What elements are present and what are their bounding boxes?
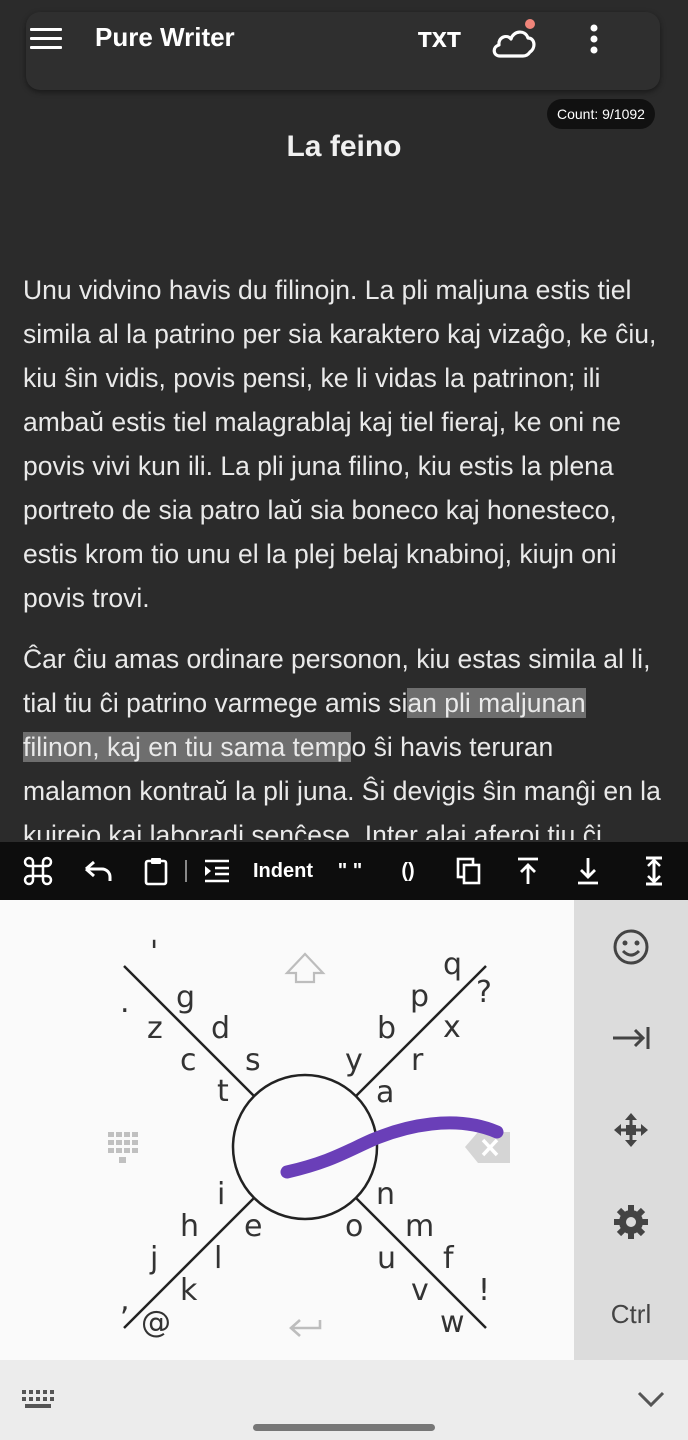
- indent-button[interactable]: Indent: [248, 842, 318, 900]
- key-d[interactable]: d: [211, 1014, 230, 1044]
- key-s[interactable]: s: [245, 1046, 261, 1076]
- key-period[interactable]: .: [120, 988, 130, 1018]
- cloud-sync-icon[interactable]: [490, 16, 538, 62]
- key-o[interactable]: o: [345, 1212, 363, 1242]
- key-p[interactable]: p: [410, 982, 429, 1012]
- key-m[interactable]: m: [405, 1212, 434, 1242]
- emoji-icon[interactable]: [590, 917, 672, 977]
- ctrl-label: Ctrl: [610, 1298, 652, 1329]
- document-title[interactable]: La feino: [0, 130, 688, 164]
- paragraph: Unu vidvino havis du filinojn. La pli ma…: [23, 275, 657, 613]
- key-j[interactable]: j: [150, 1244, 158, 1274]
- key-y[interactable]: y: [345, 1046, 363, 1076]
- home-indicator[interactable]: [253, 1424, 435, 1431]
- backspace-icon[interactable]: [465, 1132, 510, 1163]
- key-e[interactable]: e: [244, 1212, 262, 1242]
- app-title: Pure Writer: [95, 22, 235, 52]
- more-options-icon[interactable]: [584, 22, 604, 58]
- word-count-badge: Count: 9/1092: [547, 99, 655, 129]
- move-top-icon[interactable]: [510, 842, 546, 900]
- key-q[interactable]: q: [443, 950, 462, 980]
- key-exclamation[interactable]: !: [478, 1276, 490, 1306]
- txt-format-button[interactable]: TXT: [418, 28, 461, 52]
- key-h[interactable]: h: [180, 1212, 199, 1242]
- chevron-down-icon[interactable]: [636, 1388, 666, 1415]
- key-l[interactable]: l: [214, 1244, 222, 1274]
- settings-icon[interactable]: [590, 1192, 672, 1252]
- key-w[interactable]: w: [440, 1308, 465, 1338]
- text-cursor-icon[interactable]: [636, 842, 672, 900]
- command-icon[interactable]: [18, 842, 58, 900]
- keyboard-switch-icon[interactable]: [22, 1390, 54, 1415]
- paste-icon[interactable]: [138, 842, 174, 900]
- key-f[interactable]: f: [443, 1244, 454, 1274]
- key-comma[interactable]: ,: [120, 1286, 130, 1316]
- key-question[interactable]: ?: [476, 978, 492, 1008]
- key-r[interactable]: r: [411, 1046, 423, 1076]
- parens-button[interactable]: (): [388, 842, 428, 900]
- key-n[interactable]: n: [376, 1180, 395, 1210]
- move-cursor-icon[interactable]: [590, 1100, 672, 1160]
- key-x[interactable]: x: [443, 1013, 461, 1043]
- key-at[interactable]: @: [141, 1308, 171, 1338]
- key-c[interactable]: c: [180, 1046, 197, 1076]
- key-k[interactable]: k: [180, 1276, 197, 1306]
- key-b[interactable]: b: [377, 1014, 396, 1044]
- tab-icon[interactable]: [590, 1008, 672, 1068]
- move-bottom-icon[interactable]: [570, 842, 606, 900]
- numpad-icon[interactable]: [108, 1132, 138, 1163]
- copy-icon[interactable]: [450, 842, 486, 900]
- key-i[interactable]: i: [217, 1180, 225, 1210]
- key-g[interactable]: g: [176, 983, 195, 1013]
- ctrl-key[interactable]: Ctrl: [590, 1284, 672, 1344]
- menu-icon[interactable]: [26, 24, 66, 54]
- document-body[interactable]: Unu vidvino havis du filinojn. La pli ma…: [23, 268, 669, 840]
- paragraph: Ĉar ĉiu amas ordinare personon, kiu esta…: [23, 637, 669, 840]
- indent-icon[interactable]: [200, 842, 234, 900]
- key-v[interactable]: v: [411, 1276, 429, 1306]
- key-u[interactable]: u: [377, 1244, 396, 1274]
- undo-icon[interactable]: [78, 842, 118, 900]
- enter-icon[interactable]: [289, 1319, 322, 1337]
- shift-icon[interactable]: [284, 952, 326, 984]
- toolbar-divider: [185, 860, 187, 882]
- key-a[interactable]: a: [376, 1078, 394, 1108]
- key-t[interactable]: t: [217, 1077, 229, 1107]
- key-apostrophe[interactable]: ': [150, 938, 158, 968]
- key-z[interactable]: z: [147, 1014, 163, 1044]
- quotes-button[interactable]: " ": [330, 842, 370, 900]
